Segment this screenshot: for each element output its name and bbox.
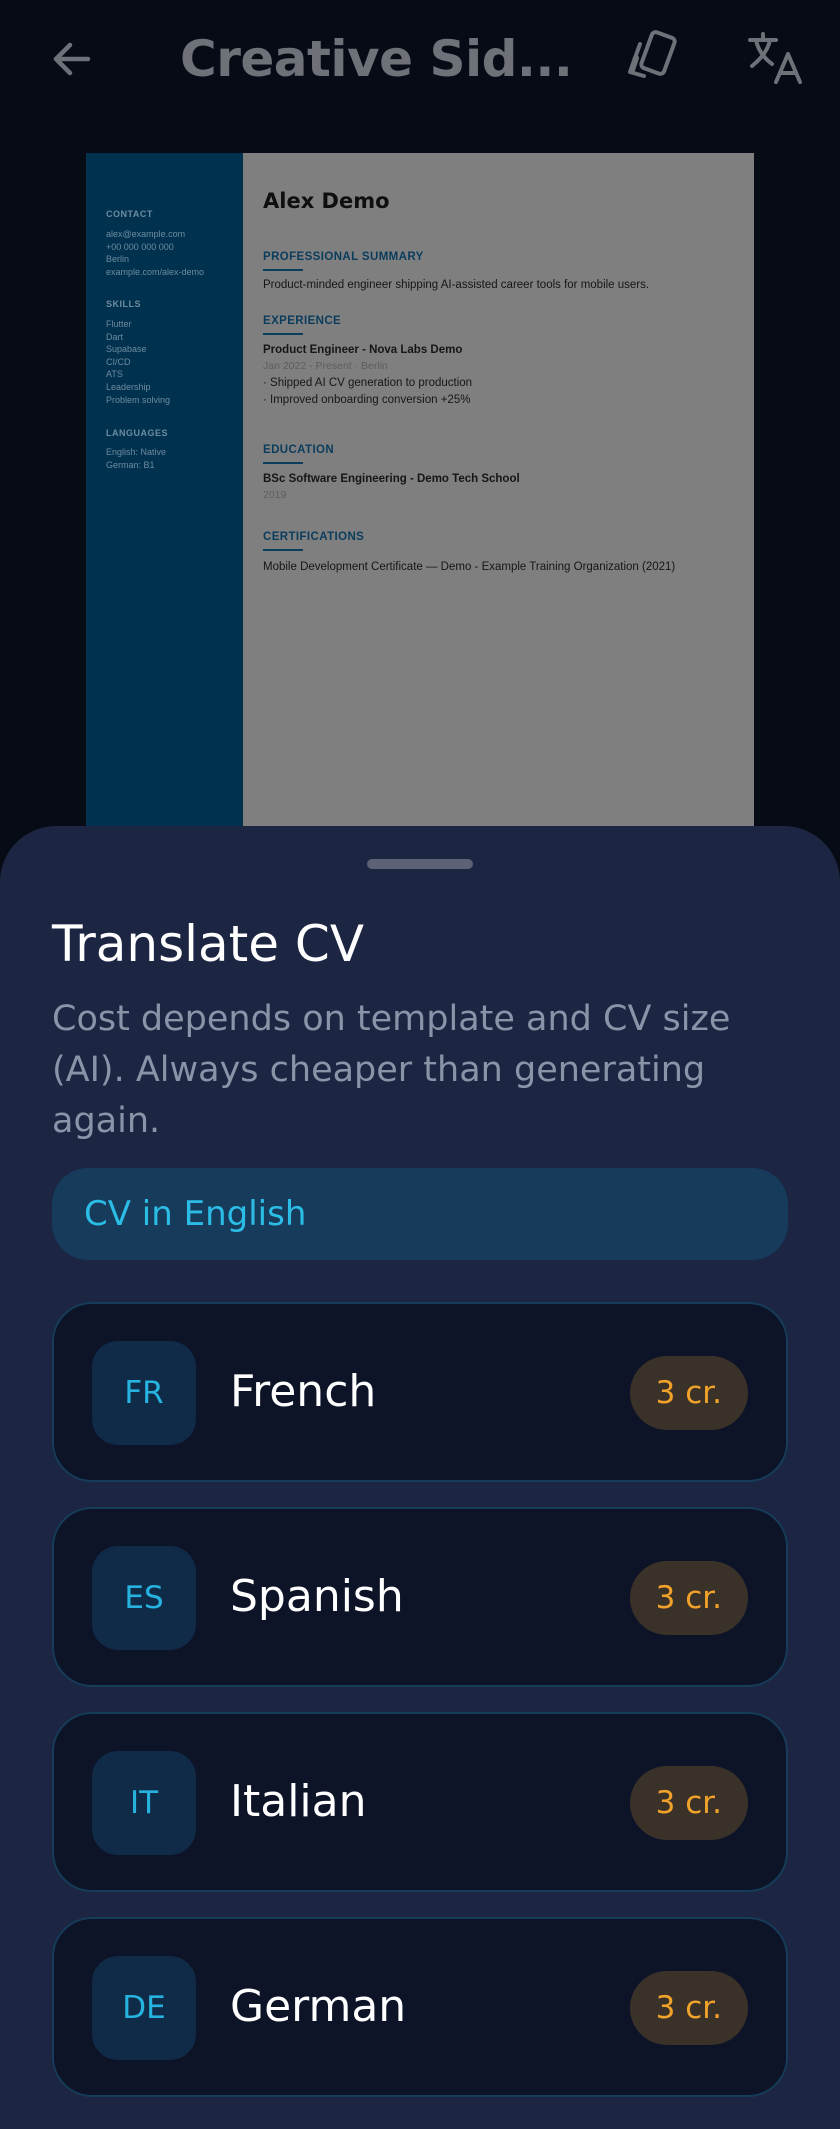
cv-degree-year: 2019 [263, 489, 287, 501]
cv-job-bullet: · Improved onboarding conversion +25% [263, 394, 471, 406]
translate-cv-screen: Creative Sid... CONTACT alex@example.com… [0, 0, 840, 2129]
credit-cost-badge: 3 cr. [629, 1766, 748, 1840]
cv-main: Alex Demo PROFESSIONAL SUMMARY Product-m… [243, 153, 754, 853]
language-name: French [230, 1366, 377, 1417]
cv-languages-heading: LANGUAGES [106, 428, 169, 438]
cv-job-meta: Jan 2022 - Present · Berlin [263, 360, 388, 372]
language-option-italian[interactable]: IT Italian 3 cr. [52, 1712, 788, 1892]
cv-job-bullet: · Shipped AI CV generation to production [263, 377, 473, 389]
language-option-spanish[interactable]: ES Spanish 3 cr. [52, 1507, 788, 1687]
sheet-title: Translate CV [52, 915, 365, 973]
credit-cost-badge: 3 cr. [629, 1356, 748, 1430]
drag-handle[interactable] [367, 859, 473, 869]
language-list: FR French 3 cr. ES Spanish 3 cr. IT Ital… [52, 1302, 788, 2122]
translate-bottom-sheet: Translate CV Cost depends on template an… [0, 826, 840, 2129]
cv-preview[interactable]: CONTACT alex@example.com +00 000 000 000… [86, 153, 754, 853]
cv-skills-heading: SKILLS [106, 299, 142, 309]
translate-button[interactable] [740, 22, 812, 94]
cv-certifications-heading: CERTIFICATIONS [263, 531, 365, 551]
language-name: Spanish [230, 1571, 404, 1622]
app-bar: Creative Sid... [0, 0, 840, 120]
cv-contact-details: alex@example.com +00 000 000 000 Berlin … [106, 229, 205, 277]
sheet-description: Cost depends on template and CV size (AI… [52, 999, 731, 1141]
current-language-chip: CV in English [52, 1168, 788, 1260]
credit-cost-badge: 3 cr. [629, 1971, 748, 2045]
change-template-button[interactable] [616, 22, 688, 94]
cv-education-heading: EDUCATION [263, 444, 335, 464]
cv-contact-heading: CONTACT [106, 209, 153, 219]
current-language-label: CV in English [84, 1194, 307, 1234]
cv-sidebar: CONTACT alex@example.com +00 000 000 000… [86, 153, 243, 853]
cv-certification: Mobile Development Certificate — Demo - … [263, 561, 676, 573]
language-code-badge: ES [92, 1546, 196, 1650]
language-code-badge: FR [92, 1341, 196, 1445]
arrow-left-icon [53, 42, 91, 76]
cv-skills-list: Flutter Dart Supabase CI/CD ATS Leadersh… [106, 319, 171, 405]
cv-languages-list: English: Native German: B1 [106, 447, 167, 470]
cv-experience-heading: EXPERIENCE [263, 315, 342, 335]
credit-cost-badge: 3 cr. [629, 1561, 748, 1635]
language-option-french[interactable]: FR French 3 cr. [52, 1302, 788, 1482]
language-option-german[interactable]: DE German 3 cr. [52, 1917, 788, 2097]
cv-degree: BSc Software Engineering - Demo Tech Sch… [263, 473, 520, 485]
language-name: German [230, 1981, 407, 2032]
page-title: Creative Sid... [180, 30, 573, 88]
language-code-badge: IT [92, 1751, 196, 1855]
cv-summary-heading: PROFESSIONAL SUMMARY [263, 251, 424, 271]
language-code-badge: DE [92, 1956, 196, 2060]
translate-icon [748, 32, 802, 84]
cards-icon [628, 30, 677, 78]
language-name: Italian [230, 1776, 367, 1827]
back-button[interactable] [42, 26, 102, 92]
cv-job-title: Product Engineer - Nova Labs Demo [263, 344, 463, 356]
cv-name: Alex Demo [263, 189, 390, 213]
cv-summary-text: Product-minded engineer shipping AI-assi… [263, 279, 650, 291]
